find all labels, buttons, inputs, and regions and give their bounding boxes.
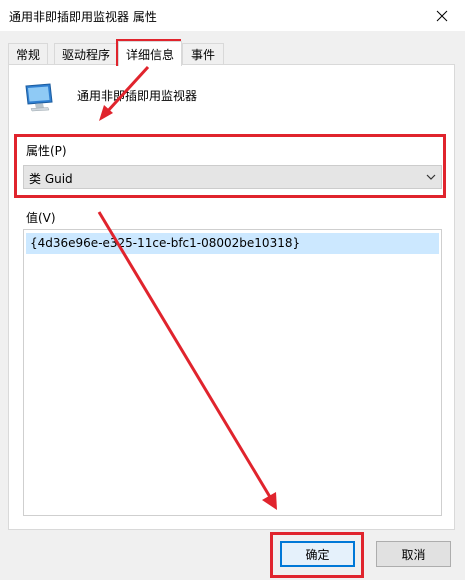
tab-label: 详细信息 bbox=[125, 47, 174, 62]
tab-details[interactable]: 详细信息 bbox=[118, 41, 182, 66]
arrow-to-ok bbox=[97, 211, 272, 498]
annotation-arrows bbox=[97, 65, 277, 510]
arrow-to-property bbox=[104, 65, 150, 115]
